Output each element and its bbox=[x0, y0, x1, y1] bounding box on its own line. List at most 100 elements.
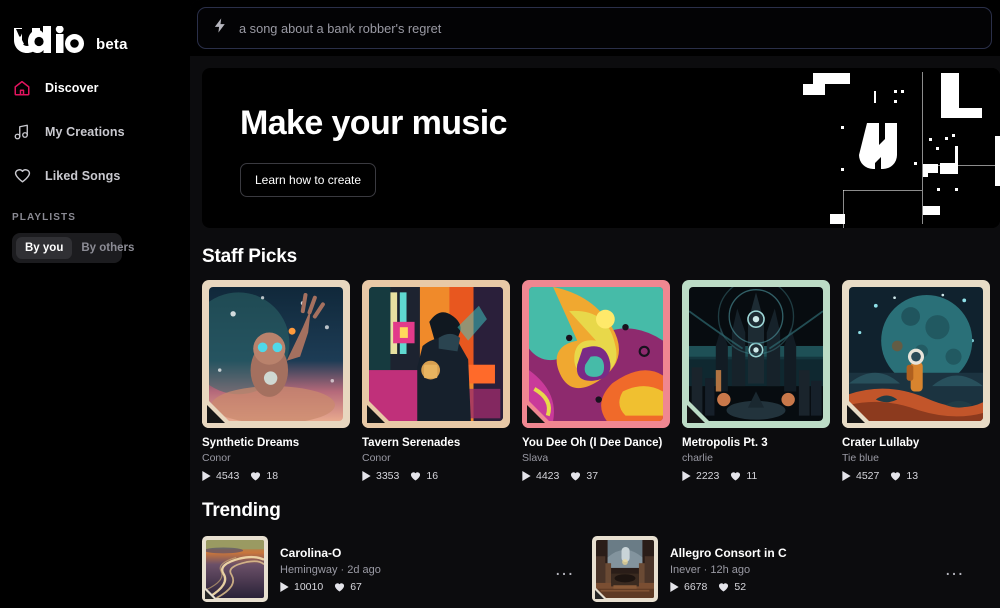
corner-notch-icon bbox=[202, 394, 236, 428]
beta-badge: beta bbox=[96, 36, 128, 53]
card-artist: Conor bbox=[202, 452, 350, 464]
trending-title: Allegro Consort in C bbox=[670, 546, 933, 560]
play-icon bbox=[842, 471, 851, 481]
card-artist: charlie bbox=[682, 452, 830, 464]
play-count-value: 4527 bbox=[856, 470, 879, 482]
like-count-value: 16 bbox=[426, 470, 438, 482]
hero-title: Make your music bbox=[240, 104, 1000, 143]
trending-overflow-menu[interactable]: ... bbox=[555, 560, 592, 579]
udio-logo-icon bbox=[12, 26, 92, 56]
heart-filled-icon bbox=[250, 471, 261, 481]
play-count-value: 4423 bbox=[536, 470, 559, 482]
trending-artist: Hemingway bbox=[280, 564, 337, 576]
like-count-value: 52 bbox=[734, 581, 746, 593]
card-frame bbox=[522, 280, 670, 428]
sidebar-item-label: Liked Songs bbox=[45, 169, 120, 183]
song-card[interactable]: Metropolis Pt. 3 charlie 2223 11 bbox=[682, 280, 830, 482]
learn-how-to-create-button[interactable]: Learn how to create bbox=[240, 163, 376, 197]
play-count-value: 10010 bbox=[294, 581, 323, 593]
card-stats: 4527 13 bbox=[842, 470, 990, 482]
play-count-value: 4543 bbox=[216, 470, 239, 482]
like-count: 18 bbox=[250, 470, 278, 482]
staff-picks-list: Synthetic Dreams Conor 4543 18 bbox=[190, 268, 1000, 482]
play-icon bbox=[682, 471, 691, 481]
trending-heading: Trending bbox=[190, 482, 1000, 522]
song-card[interactable]: Synthetic Dreams Conor 4543 18 bbox=[202, 280, 350, 482]
play-count-value: 6678 bbox=[684, 581, 707, 593]
like-count: 37 bbox=[570, 470, 598, 482]
search-placeholder-text: a song about a bank robber's regret bbox=[239, 21, 441, 36]
play-count: 4543 bbox=[202, 470, 239, 482]
play-count-value: 3353 bbox=[376, 470, 399, 482]
card-title: Synthetic Dreams bbox=[202, 437, 350, 449]
trending-subtitle: Inever · 12h ago bbox=[670, 564, 933, 576]
main-area: a song about a bank robber's regret bbox=[190, 0, 1000, 608]
trending-subtitle: Hemingway · 2d ago bbox=[280, 564, 543, 576]
playlist-source-toggle: By you By others bbox=[12, 233, 122, 263]
trending-row[interactable]: Carolina-O Hemingway · 2d ago 10010 bbox=[202, 536, 592, 602]
trending-time: 2d ago bbox=[347, 564, 381, 576]
play-count: 10010 bbox=[280, 581, 323, 593]
lightning-bolt-icon bbox=[212, 17, 229, 39]
sidebar-nav: Discover My Creations Liked Songs bbox=[0, 66, 190, 198]
like-count-value: 67 bbox=[350, 581, 362, 593]
trending-meta: Carolina-O Hemingway · 2d ago 10010 bbox=[280, 546, 543, 593]
sidebar: beta Discover My C bbox=[0, 0, 190, 608]
trending-thumbnail-frame bbox=[592, 536, 658, 602]
sidebar-item-my-creations[interactable]: My Creations bbox=[0, 110, 190, 154]
card-stats: 2223 11 bbox=[682, 470, 830, 482]
heart-filled-icon bbox=[890, 471, 901, 481]
trending-artist: Inever bbox=[670, 564, 701, 576]
hero-banner: Make your music Learn how to create bbox=[202, 68, 1000, 228]
card-artist: Conor bbox=[362, 452, 510, 464]
song-card[interactable]: Tavern Serenades Conor 3353 16 bbox=[362, 280, 510, 482]
play-count: 2223 bbox=[682, 470, 719, 482]
card-frame bbox=[842, 280, 990, 428]
card-stats: 4543 18 bbox=[202, 470, 350, 482]
trending-overflow-menu[interactable]: ... bbox=[945, 560, 982, 579]
sidebar-item-liked-songs[interactable]: Liked Songs bbox=[0, 154, 190, 198]
trending-list: Carolina-O Hemingway · 2d ago 10010 bbox=[190, 522, 1000, 602]
like-count-value: 11 bbox=[746, 470, 757, 482]
play-count: 3353 bbox=[362, 470, 399, 482]
heart-filled-icon bbox=[730, 471, 741, 481]
brand-logo[interactable]: beta bbox=[0, 0, 190, 56]
search-input[interactable]: a song about a bank robber's regret bbox=[197, 7, 992, 49]
toggle-by-you[interactable]: By you bbox=[16, 237, 72, 259]
corner-notch-icon bbox=[362, 394, 396, 428]
heart-filled-icon bbox=[334, 582, 345, 592]
card-frame bbox=[362, 280, 510, 428]
card-frame bbox=[682, 280, 830, 428]
toggle-by-others[interactable]: By others bbox=[72, 237, 143, 259]
sidebar-item-label: Discover bbox=[45, 81, 99, 95]
content-scroll: Make your music Learn how to create Staf… bbox=[190, 56, 1000, 608]
heart-filled-icon bbox=[410, 471, 421, 481]
card-artist: Slava bbox=[522, 452, 670, 464]
card-stats: 3353 16 bbox=[362, 470, 510, 482]
trending-meta: Allegro Consort in C Inever · 12h ago 66… bbox=[670, 546, 933, 593]
like-count: 11 bbox=[730, 470, 757, 482]
heart-filled-icon bbox=[718, 582, 729, 592]
play-count-value: 2223 bbox=[696, 470, 719, 482]
play-count: 6678 bbox=[670, 581, 707, 593]
trending-stats: 10010 67 bbox=[280, 581, 543, 593]
play-icon bbox=[280, 582, 289, 592]
app-root: beta Discover My C bbox=[0, 0, 1000, 608]
card-artist: Tie blue bbox=[842, 452, 990, 464]
trending-row[interactable]: Allegro Consort in C Inever · 12h ago 66… bbox=[592, 536, 982, 602]
play-icon bbox=[670, 582, 679, 592]
sidebar-item-discover[interactable]: Discover bbox=[0, 66, 190, 110]
card-stats: 4423 37 bbox=[522, 470, 670, 482]
heart-filled-icon bbox=[570, 471, 581, 481]
home-icon bbox=[12, 78, 32, 98]
staff-picks-heading: Staff Picks bbox=[190, 228, 1000, 268]
song-card[interactable]: Crater Lullaby Tie blue 4527 13 bbox=[842, 280, 990, 482]
song-card[interactable]: You Dee Oh (I Dee Dance) Slava 4423 37 bbox=[522, 280, 670, 482]
corner-notch-icon bbox=[592, 584, 610, 602]
corner-notch-icon bbox=[682, 394, 716, 428]
play-icon bbox=[522, 471, 531, 481]
card-title: Metropolis Pt. 3 bbox=[682, 437, 830, 449]
like-count-value: 37 bbox=[586, 470, 598, 482]
corner-notch-icon bbox=[522, 394, 556, 428]
like-count: 52 bbox=[718, 581, 746, 593]
